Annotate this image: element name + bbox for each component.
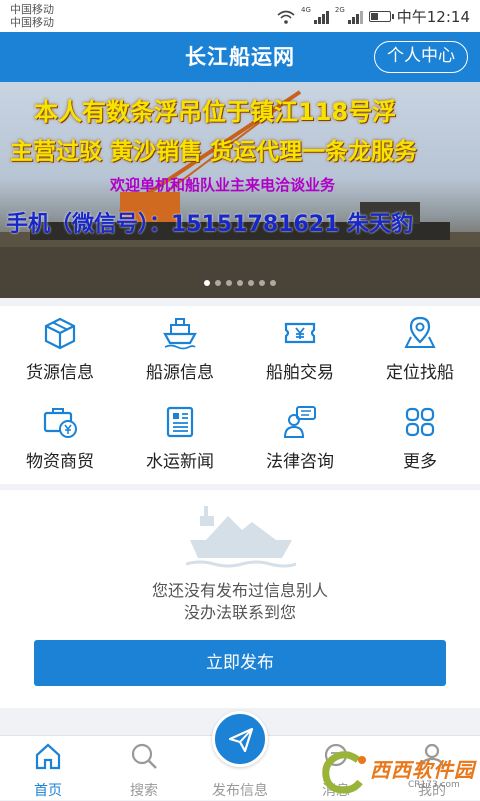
publish-now-button[interactable]: 立即发布 xyxy=(34,640,446,686)
feature-menu: 货源信息 船源信息 船舶交易 定位找船 物资商贸 水运新闻 法律咨询 更多 xyxy=(0,306,480,484)
profile-center-button[interactable]: 个人中心 xyxy=(374,41,468,73)
trade-ticket-icon xyxy=(284,322,316,344)
signal-icon-1 xyxy=(313,10,329,24)
carrier-label-1: 中国移动 xyxy=(10,3,54,16)
menu-item-cargo-source[interactable]: 货源信息 xyxy=(0,306,120,395)
menu-item-ship-trade[interactable]: 船舶交易 xyxy=(240,306,360,395)
consultant-icon xyxy=(283,406,316,438)
clock: 中午12:14 xyxy=(396,8,470,26)
menu-item-more[interactable]: 更多 xyxy=(360,395,480,484)
carousel-dot[interactable] xyxy=(226,280,232,286)
empty-ship-illustration xyxy=(186,506,296,568)
empty-state-line-1: 您还没有发布过信息别人 xyxy=(151,581,328,600)
menu-item-ship-source[interactable]: 船源信息 xyxy=(120,306,240,395)
menu-label: 水运新闻 xyxy=(146,452,214,472)
watermark-subtext: CR173.com xyxy=(408,780,460,790)
nav-home[interactable]: 首页 xyxy=(0,736,96,801)
signal-icon-2 xyxy=(347,10,363,24)
send-icon xyxy=(228,727,254,753)
status-indicators: 4G 2G 中午12:14 xyxy=(277,6,470,27)
ship-icon xyxy=(163,318,197,350)
nav-search[interactable]: 搜索 xyxy=(96,736,192,801)
watermark-text: 西西软件园 xyxy=(370,758,475,782)
cargo-box-icon xyxy=(44,317,76,350)
carousel-dots[interactable] xyxy=(0,280,480,286)
network-tag-2: 2G xyxy=(334,6,345,14)
watermark-c-icon xyxy=(322,751,366,794)
search-icon xyxy=(131,743,157,769)
briefcase-yen-icon xyxy=(43,408,77,438)
menu-label: 货源信息 xyxy=(26,363,94,383)
app-header: 长江船运网 个人中心 xyxy=(0,32,480,82)
banner-line-3: 欢迎单机和船队业主来电洽谈业务 xyxy=(110,176,336,194)
menu-label: 法律咨询 xyxy=(266,452,334,472)
status-bar: 中国移动 中国移动 4G 2G 中午12:14 xyxy=(0,0,480,32)
carousel-dot[interactable] xyxy=(204,280,210,286)
news-icon xyxy=(166,406,194,438)
nav-label: 首页 xyxy=(34,783,62,799)
banner-line-2: 主营过驳 黄沙销售 货运代理一条龙服务 xyxy=(10,139,418,165)
carousel-dot[interactable] xyxy=(270,280,276,286)
publish-fab-button[interactable] xyxy=(212,711,268,767)
carousel-dot[interactable] xyxy=(215,280,221,286)
promo-banner[interactable]: 本人有数条浮吊位于镇江118号浮 主营过驳 黄沙销售 货运代理一条龙服务 欢迎单… xyxy=(0,82,480,298)
menu-label: 更多 xyxy=(403,452,437,472)
map-location-icon xyxy=(404,316,436,348)
carousel-dot[interactable] xyxy=(248,280,254,286)
home-icon xyxy=(35,743,61,770)
menu-label: 物资商贸 xyxy=(26,452,94,472)
menu-label: 船舶交易 xyxy=(266,363,334,383)
empty-state-panel: 您还没有发布过信息别人 没办法联系到您 立即发布 xyxy=(0,490,480,708)
grid-more-icon xyxy=(405,407,435,437)
nav-label: 发布信息 xyxy=(212,783,268,799)
banner-line-4: 手机（微信号）：15151781621 朱天豹 xyxy=(6,212,414,237)
carousel-dot[interactable] xyxy=(237,280,243,286)
menu-item-materials-trade[interactable]: 物资商贸 xyxy=(0,395,120,484)
carousel-dot[interactable] xyxy=(259,280,265,286)
carrier-label-2: 中国移动 xyxy=(10,16,54,29)
menu-label: 船源信息 xyxy=(146,363,214,383)
empty-state-line-2: 没办法联系到您 xyxy=(183,603,296,622)
wifi-icon xyxy=(277,10,295,24)
menu-item-shipping-news[interactable]: 水运新闻 xyxy=(120,395,240,484)
watermark-logo: 西西软件园 CR173.com xyxy=(318,748,478,798)
network-tag-1: 4G xyxy=(300,6,311,14)
menu-item-legal-consult[interactable]: 法律咨询 xyxy=(240,395,360,484)
battery-icon xyxy=(368,11,394,22)
nav-label: 搜索 xyxy=(130,783,158,799)
empty-state-message: 您还没有发布过信息别人 没办法联系到您 xyxy=(0,580,480,624)
menu-item-locate-ship[interactable]: 定位找船 xyxy=(360,306,480,395)
banner-line-1: 本人有数条浮吊位于镇江118号浮 xyxy=(34,98,397,126)
menu-label: 定位找船 xyxy=(386,363,454,383)
